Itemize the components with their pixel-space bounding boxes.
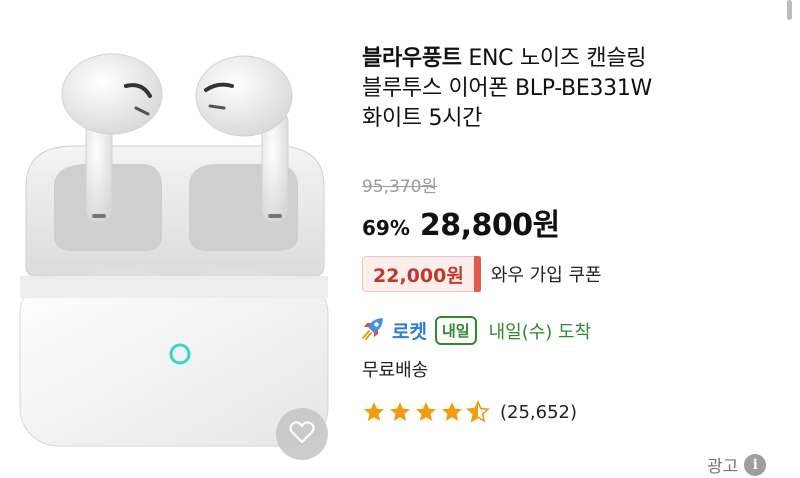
coupon-badge[interactable]: 22,000원 — [362, 256, 481, 292]
review-count: (25,652) — [500, 401, 578, 423]
star-icon — [416, 402, 436, 421]
coupon-label: 와우 가입 쿠폰 — [490, 265, 602, 286]
delivery-row: 로켓 내일 내일(수) 도착 — [360, 315, 591, 346]
rocket-icon — [360, 315, 386, 346]
coupon-amount: 22,000원 — [373, 264, 464, 287]
product-title-line1: ENC 노이즈 캔슬링 — [461, 46, 647, 71]
product-image[interactable] — [14, 36, 334, 456]
original-price: 95,370원 — [362, 177, 438, 197]
product-card[interactable]: 블라우풍트 ENC 노이즈 캔슬링 블루투스 이어폰 BLP-BE331W 화이… — [0, 0, 800, 478]
ad-text: 광고 — [707, 457, 739, 477]
sale-price: 28,800원 — [419, 208, 560, 243]
product-title-line2: 블루투스 이어폰 BLP-BE331W — [362, 76, 652, 101]
tomorrow-badge: 내일 — [434, 316, 477, 345]
heart-icon — [289, 420, 315, 449]
wishlist-button[interactable] — [276, 408, 328, 460]
rocket-label: 로켓 — [392, 321, 427, 343]
rating-row[interactable]: (25,652) — [362, 400, 577, 424]
earbuds-case-image — [19, 53, 329, 447]
free-shipping: 무료배송 — [362, 360, 429, 381]
star-icon — [442, 402, 462, 421]
product-title-line3: 화이트 5시간 — [362, 106, 483, 131]
star-icon — [364, 402, 384, 421]
product-brand: 블라우풍트 — [362, 46, 462, 71]
coupon-tab — [473, 256, 481, 292]
coupon-row: 22,000원 와우 가입 쿠폰 — [362, 256, 602, 292]
product-title[interactable]: 블라우풍트 ENC 노이즈 캔슬링 블루투스 이어폰 BLP-BE331W 화이… — [362, 44, 782, 134]
info-icon: i — [744, 453, 767, 476]
arrival-date: 내일(수) 도착 — [488, 321, 592, 343]
star-icon — [390, 402, 410, 421]
ad-label[interactable]: 광고 i — [707, 452, 767, 477]
discount-rate: 69% — [362, 216, 410, 240]
price-row: 69% 28,800원 — [362, 200, 560, 244]
star-half-icon — [466, 400, 490, 423]
